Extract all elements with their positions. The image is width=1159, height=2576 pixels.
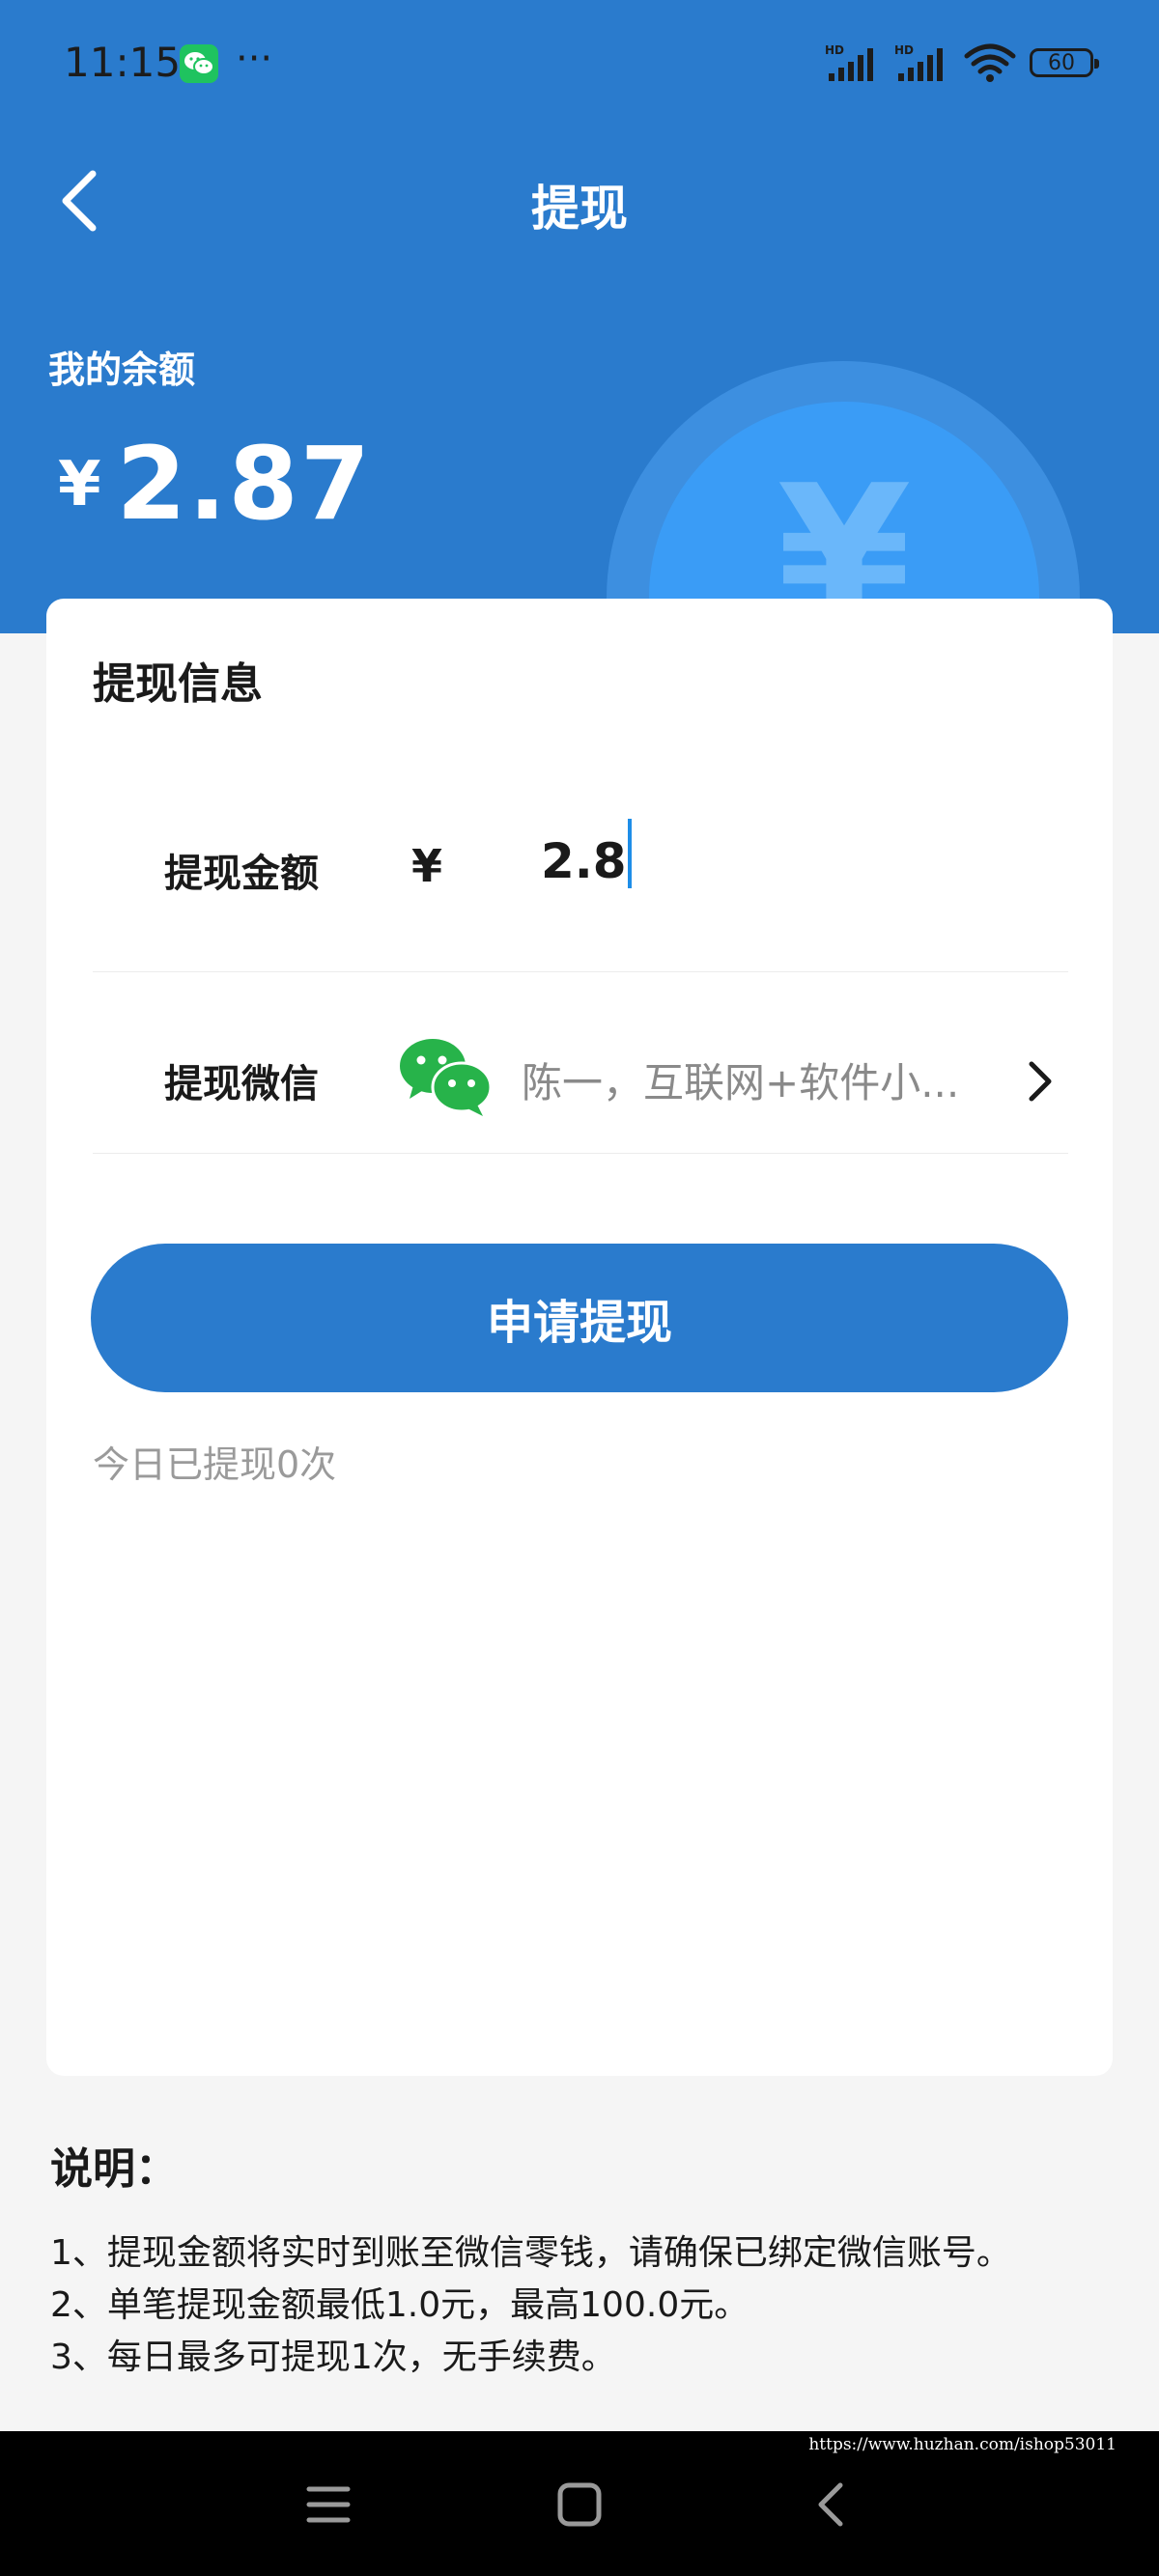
wechat-label: 提现微信 [164, 1062, 319, 1106]
battery-icon: 60 [1030, 48, 1099, 77]
home-icon[interactable] [556, 2481, 603, 2532]
notes-title: 说明： [50, 2144, 178, 2194]
svg-text:HD: HD [894, 43, 914, 57]
note-line: 3、每日最多可提现1次，无手续费。 [50, 2338, 616, 2377]
chevron-right-icon[interactable] [1026, 1060, 1055, 1106]
divider [93, 971, 1068, 972]
wechat-icon [180, 44, 218, 83]
signal-hd-icon: HD [894, 43, 943, 81]
apply-withdraw-button[interactable]: 申请提现 [91, 1244, 1068, 1392]
note-line: 1、提现金额将实时到账至微信零钱，请确保已绑定微信账号。 [50, 2233, 1011, 2273]
status-time: 11:15 [64, 39, 182, 86]
back-nav-icon[interactable] [813, 2481, 848, 2532]
form-title: 提现信息 [93, 659, 263, 709]
svg-text:HD: HD [825, 43, 844, 57]
menu-icon[interactable] [305, 2481, 352, 2532]
withdraw-form-card: 提现信息 提现金额 ¥ 提现微信 陈一，互联网+软件小... 申请提现 今日已提… [46, 599, 1113, 2076]
balance-currency: ¥ [58, 449, 101, 520]
signal-hd-icon: HD [825, 43, 873, 81]
amount-label: 提现金额 [164, 852, 319, 896]
watermark: https://www.huzhan.com/ishop53011 [808, 2435, 1117, 2454]
amount-input[interactable] [541, 823, 1024, 900]
amount-currency: ¥ [411, 840, 443, 892]
wifi-icon [964, 43, 1016, 82]
status-indicators: HD HD 60 [825, 42, 1099, 83]
balance-amount: 2.87 [116, 425, 373, 543]
balance-value: ¥2.87 [58, 425, 372, 543]
balance-label: 我的余额 [48, 349, 196, 391]
page-title: 提现 [531, 181, 628, 237]
status-more-icon: ··· [236, 37, 273, 81]
note-line: 2、单笔提现金额最低1.0元，最高100.0元。 [50, 2285, 749, 2325]
text-caret [628, 819, 632, 888]
wechat-logo-icon [398, 1037, 495, 1122]
header-banner: ¥ 11:15 ··· HD HD 60 提现 我的余额 ¥ 2.87 [0, 0, 1159, 633]
divider [93, 1153, 1068, 1154]
battery-level: 60 [1048, 50, 1075, 75]
today-withdraw-count: 今日已提现0次 [93, 1443, 337, 1486]
wechat-account[interactable]: 陈一，互联网+软件小... [522, 1050, 1072, 1109]
